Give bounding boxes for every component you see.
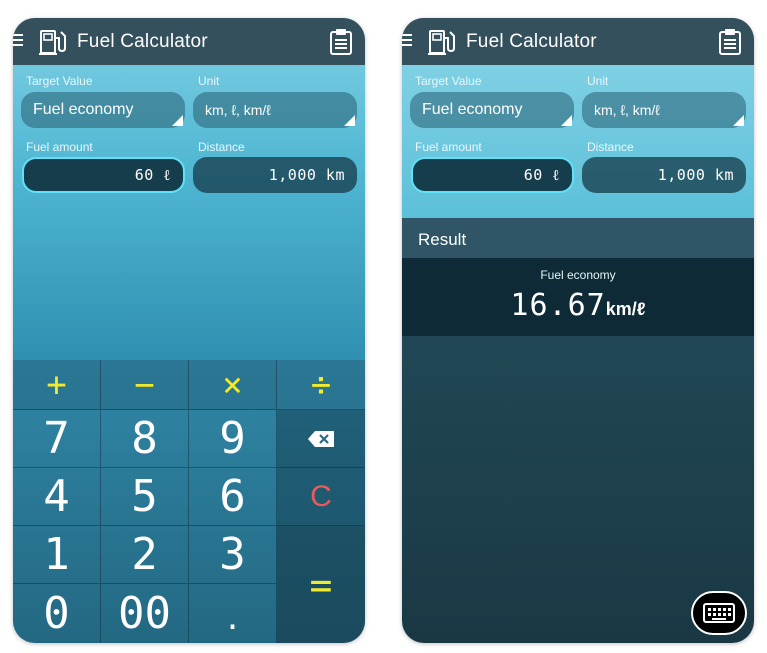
unit-select[interactable]: km, ℓ, km/ℓ [193,92,357,128]
result-unit: km/ℓ [605,299,646,319]
app-title: Fuel Calculator [77,31,208,52]
key-5[interactable]: 5 [101,468,189,526]
result-label: Fuel economy [540,268,616,282]
key-0[interactable]: 0 [13,584,101,643]
key-2[interactable]: 2 [101,526,189,584]
key-4[interactable]: 4 [13,468,101,526]
key-decimal[interactable]: . [189,584,277,643]
app-title: Fuel Calculator [466,31,597,52]
menu-icon[interactable] [13,31,23,51]
menu-icon[interactable] [402,31,412,51]
unit-text: km, ℓ, km/ℓ [594,102,660,118]
distance-label: Distance [198,140,245,154]
result-panel: Fuel economy 16.67km/ℓ [402,258,754,336]
result-screen: Fuel Calculator Target Value Fuel econom… [402,18,754,643]
key-6[interactable]: 6 [189,468,277,526]
target-value-select[interactable]: Fuel economy [21,92,185,128]
divide-key[interactable]: ÷ [277,360,365,410]
unit-label: Unit [587,74,609,88]
app-bar: Fuel Calculator [13,18,365,65]
keyboard-button[interactable] [691,591,747,635]
key-00[interactable]: 00 [101,584,189,643]
key-8[interactable]: 8 [101,410,189,468]
app-bar: Fuel Calculator [402,18,754,65]
target-value-select[interactable]: Fuel economy [410,92,574,128]
fuel-amount-label: Fuel amount [415,140,482,154]
fuel-amount-value: 60 ℓ [134,165,171,184]
target-value-text: Fuel economy [33,101,134,118]
key-1[interactable]: 1 [13,526,101,584]
fuel-pump-icon [39,30,66,55]
calculator-screen: Fuel Calculator Target Value Fuel econom… [13,18,365,643]
input-form: Target Value Fuel economy Unit km, ℓ, km… [13,65,365,218]
plus-key[interactable]: + [13,360,101,410]
target-value-label: Target Value [415,74,482,88]
backspace-key[interactable] [277,410,365,468]
distance-label: Distance [587,140,634,154]
equals-key[interactable]: = [277,526,365,643]
key-3[interactable]: 3 [189,526,277,584]
result-number: 16.67 [510,288,606,323]
fuel-amount-input[interactable]: 60 ℓ [411,157,574,193]
keypad: + − × ÷ 7 8 9 4 5 6 C 1 2 3 = 0 00 . [13,360,365,643]
fuel-amount-value: 60 ℓ [523,165,560,184]
keyboard-icon [703,603,735,623]
distance-input[interactable]: 1,000 km [193,157,357,193]
distance-value: 1,000 km [657,166,734,184]
unit-label: Unit [198,74,220,88]
fuel-pump-icon [428,30,455,55]
result-header: Result [402,218,754,258]
clear-key[interactable]: C [277,468,365,526]
clipboard-icon[interactable] [718,28,742,56]
unit-text: km, ℓ, km/ℓ [205,102,271,118]
distance-input[interactable]: 1,000 km [582,157,746,193]
key-7[interactable]: 7 [13,410,101,468]
unit-select[interactable]: km, ℓ, km/ℓ [582,92,746,128]
key-9[interactable]: 9 [189,410,277,468]
minus-key[interactable]: − [101,360,189,410]
distance-value: 1,000 km [268,166,345,184]
backspace-icon [308,430,334,447]
result-value: 16.67km/ℓ [402,288,754,323]
input-form: Target Value Fuel economy Unit km, ℓ, km… [402,65,754,218]
fuel-amount-input[interactable]: 60 ℓ [22,157,185,193]
fuel-amount-label: Fuel amount [26,140,93,154]
target-value-text: Fuel economy [422,101,523,118]
target-value-label: Target Value [26,74,93,88]
clipboard-icon[interactable] [329,28,353,56]
multiply-key[interactable]: × [189,360,277,410]
